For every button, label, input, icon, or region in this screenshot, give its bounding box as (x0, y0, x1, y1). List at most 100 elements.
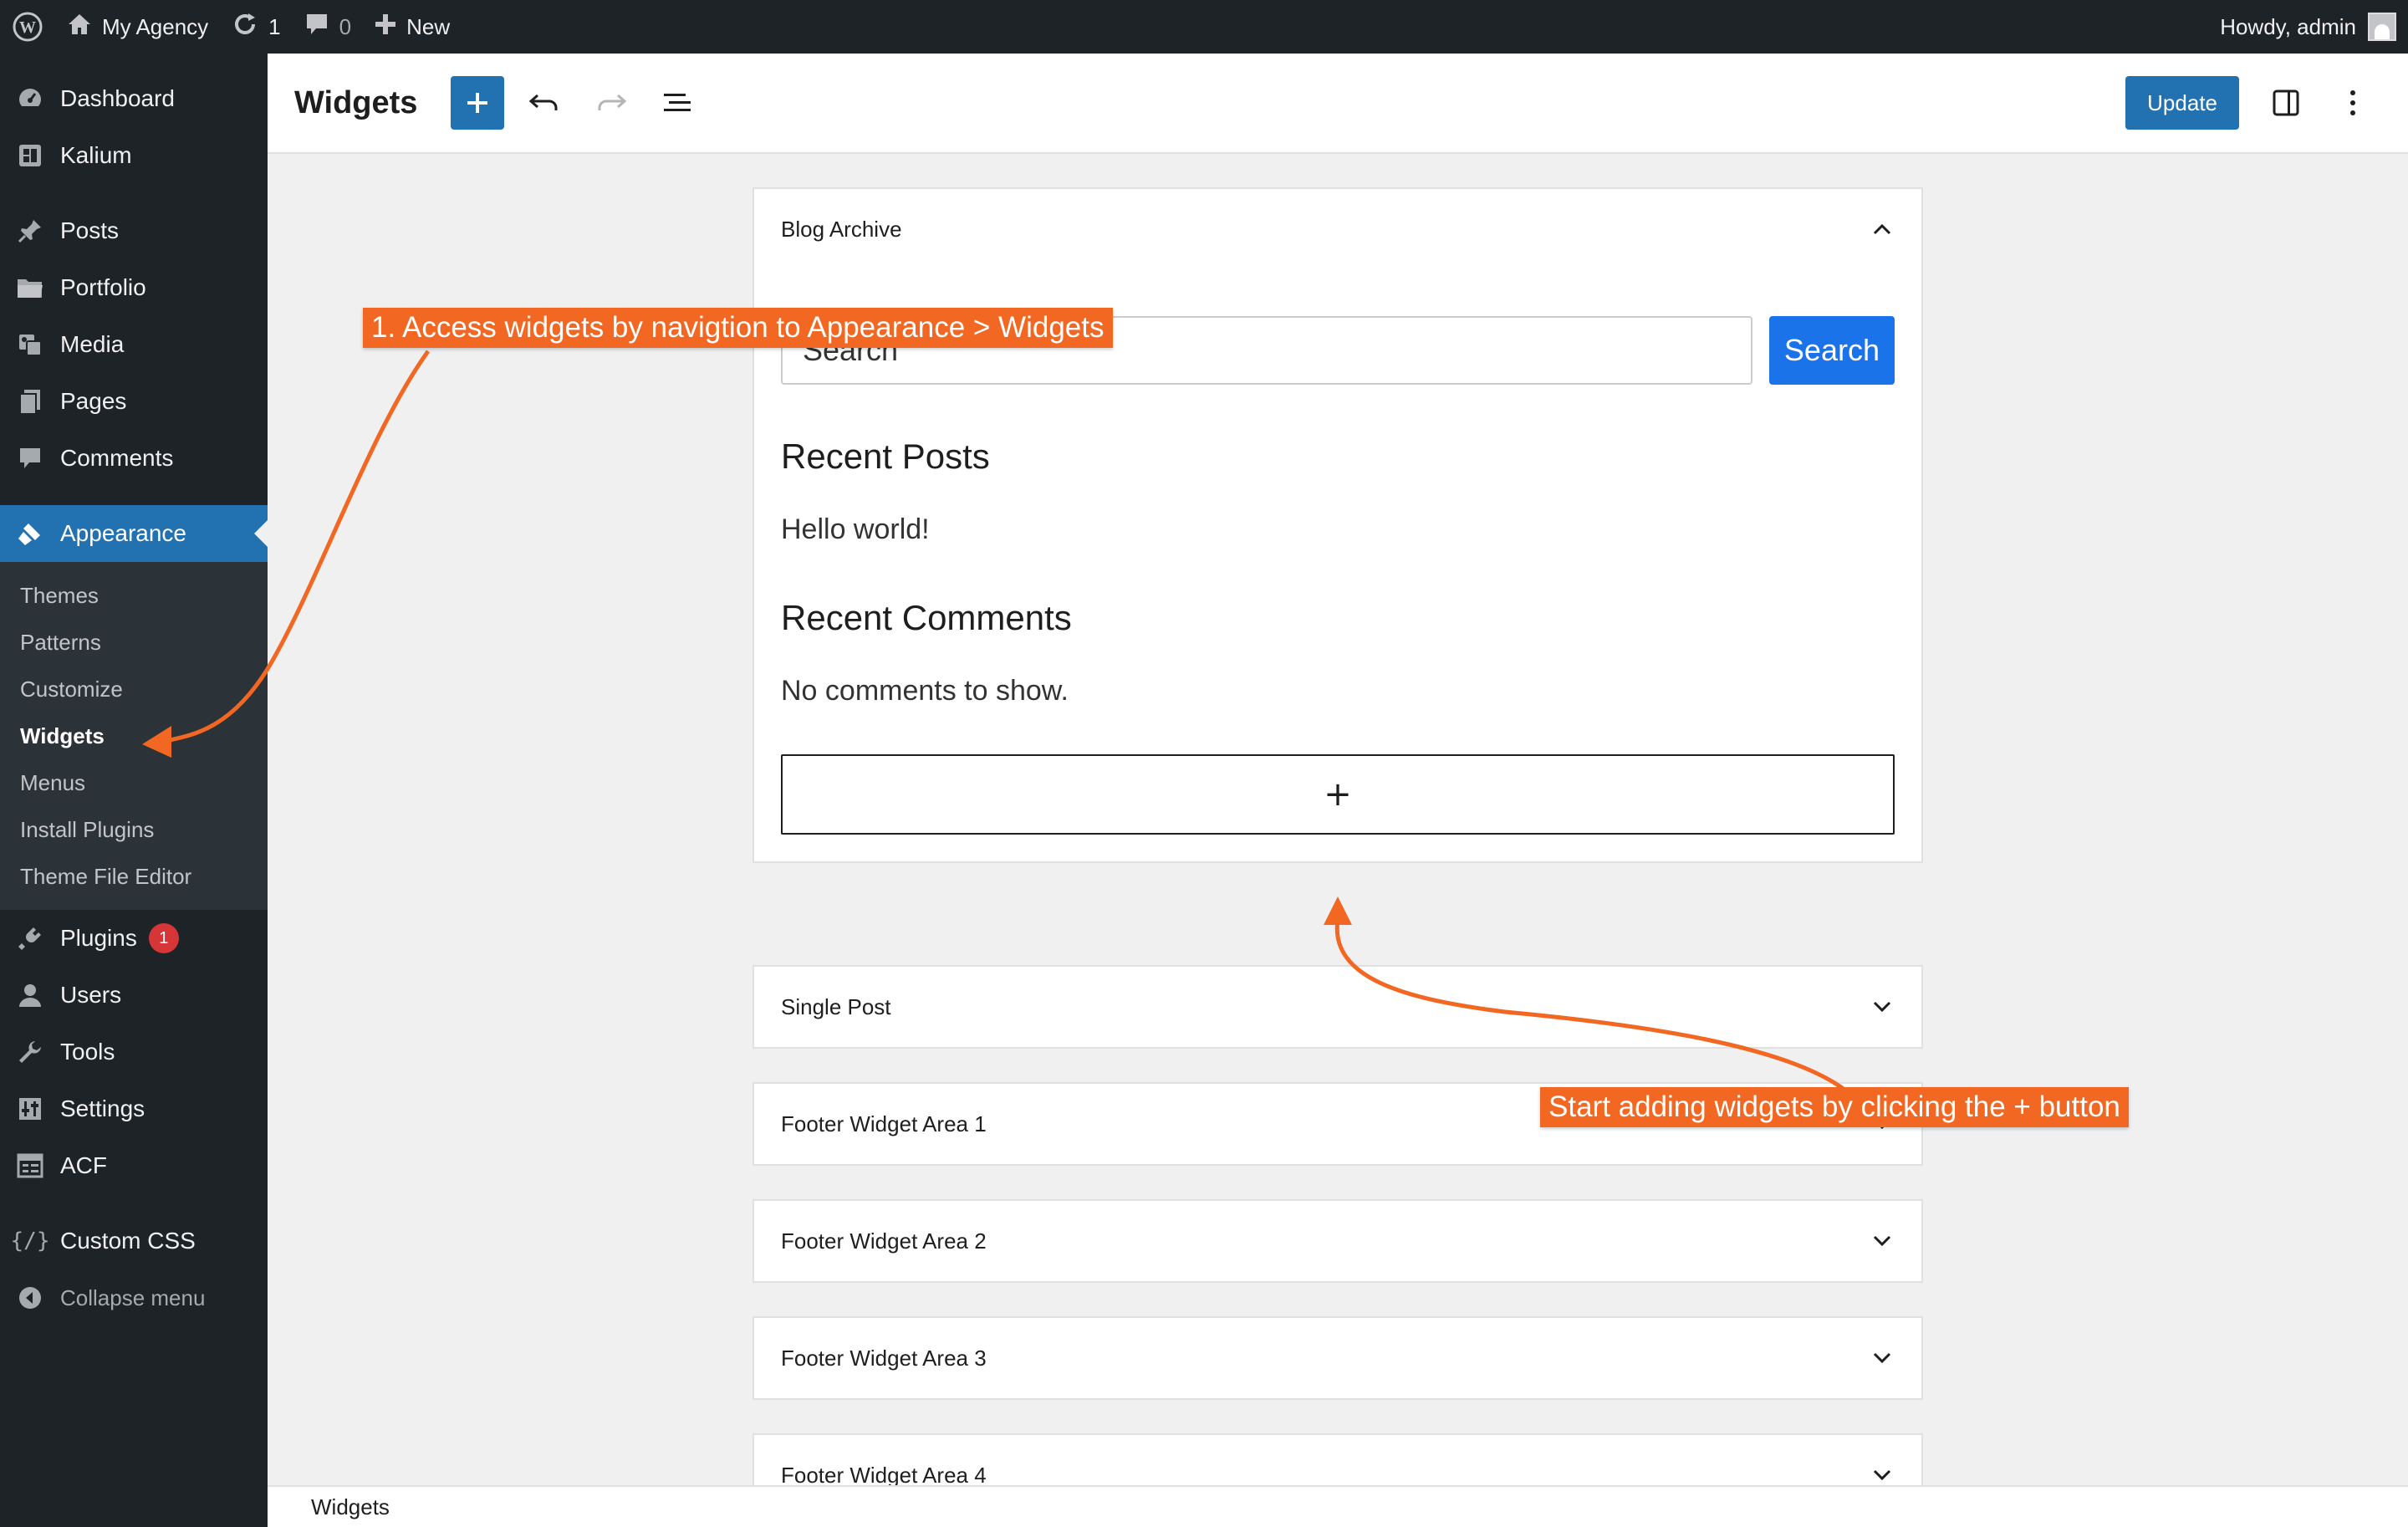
refresh-icon (232, 11, 258, 43)
submenu-item-theme-file-editor[interactable]: Theme File Editor (0, 853, 268, 900)
menu-item-appearance[interactable]: Appearance (0, 505, 268, 562)
redo-icon (598, 94, 627, 110)
chevron-down-icon[interactable] (1870, 1346, 1895, 1371)
widget-area-title: Single Post (781, 993, 891, 1019)
new-label: New (406, 13, 451, 39)
wrench-icon (15, 1037, 45, 1067)
chevron-down-icon[interactable] (1870, 1463, 1895, 1485)
site-name-link[interactable]: My Agency (55, 0, 220, 54)
sidebar-panel-icon (2273, 89, 2299, 116)
list-view-icon (664, 94, 691, 111)
dashboard-icon (15, 84, 45, 114)
add-block-button[interactable]: + (781, 754, 1895, 835)
menu-label-custom-css: Custom CSS (60, 1228, 196, 1254)
widgets-canvas: Blog Archive Search Search Recent Posts … (268, 156, 2408, 1485)
plus-icon (375, 13, 396, 41)
widget-area-header[interactable]: Blog Archive (754, 189, 1921, 269)
submenu-item-customize[interactable]: Customize (0, 666, 268, 712)
menu-item-settings[interactable]: Settings (0, 1080, 268, 1137)
widget-area-footer-4[interactable]: Footer Widget Area 4 (752, 1433, 1923, 1485)
annotation-note-1: 1. Access widgets by navigtion to Appear… (363, 308, 1113, 348)
menu-item-users[interactable]: Users (0, 967, 268, 1024)
menu-label-users: Users (60, 982, 122, 1008)
svg-text:W: W (19, 18, 36, 37)
new-content-link[interactable]: New (363, 0, 462, 54)
site-name: My Agency (102, 13, 209, 39)
submenu-item-widgets[interactable]: Widgets (0, 712, 268, 759)
menu-label-comments: Comments (60, 445, 174, 471)
menu-item-plugins[interactable]: Plugins 1 (0, 910, 268, 967)
updates-count: 1 (268, 13, 281, 39)
submenu-item-install-plugins[interactable]: Install Plugins (0, 806, 268, 853)
menu-item-acf[interactable]: ACF (0, 1137, 268, 1194)
menu-item-kalium[interactable]: Kalium (0, 127, 268, 184)
pin-icon (15, 216, 45, 246)
pages-icon (15, 386, 45, 416)
widget-area-title: Blog Archive (781, 216, 902, 242)
menu-item-tools[interactable]: Tools (0, 1024, 268, 1080)
widget-area-single-post[interactable]: Single Post (752, 965, 1923, 1049)
widget-area-title: Footer Widget Area 3 (781, 1345, 987, 1371)
update-button[interactable]: Update (2125, 76, 2239, 130)
breadcrumb: Widgets (268, 1485, 2408, 1527)
menu-item-pages[interactable]: Pages (0, 373, 268, 430)
annotation-note-2: Start adding widgets by clicking the + b… (1540, 1087, 2129, 1127)
menu-label-media: Media (60, 331, 125, 357)
plus-icon (467, 93, 488, 113)
chevron-up-icon[interactable] (1870, 217, 1895, 242)
undo-icon (529, 94, 558, 110)
menu-item-comments[interactable]: Comments (0, 430, 268, 487)
widget-area-footer-3[interactable]: Footer Widget Area 3 (752, 1316, 1923, 1400)
submenu-item-menus[interactable]: Menus (0, 759, 268, 806)
menu-label-kalium: Kalium (60, 142, 132, 168)
settings-sidebar-toggle[interactable] (2259, 76, 2313, 130)
brush-icon (15, 518, 45, 549)
media-icon (15, 329, 45, 360)
menu-item-posts[interactable]: Posts (0, 202, 268, 259)
collapse-menu-button[interactable]: Collapse menu (0, 1269, 268, 1326)
menu-label-posts: Posts (60, 217, 120, 243)
account-menu[interactable]: Howdy, admin (2208, 0, 2408, 54)
redo-button[interactable] (584, 76, 638, 130)
comments-link[interactable]: 0 (293, 0, 363, 54)
howdy-text: Howdy, admin (2220, 13, 2356, 39)
menu-label-portfolio: Portfolio (60, 274, 146, 300)
submenu-item-patterns[interactable]: Patterns (0, 619, 268, 666)
menu-label-appearance: Appearance (60, 520, 187, 546)
more-options-button[interactable] (2326, 76, 2380, 130)
editor-header: Widgets Update (268, 54, 2408, 154)
undo-button[interactable] (518, 76, 571, 130)
collapse-arrow-icon (15, 1283, 45, 1313)
acf-icon (15, 1151, 45, 1181)
menu-item-media[interactable]: Media (0, 316, 268, 373)
search-button[interactable]: Search (1768, 316, 1895, 385)
comments-count: 0 (339, 13, 352, 39)
wordpress-logo-icon[interactable]: W (0, 0, 55, 54)
updates-link[interactable]: 1 (220, 0, 292, 54)
submenu-item-themes[interactable]: Themes (0, 572, 268, 619)
menu-label-plugins: Plugins (60, 925, 137, 951)
menu-item-dashboard[interactable]: Dashboard (0, 70, 268, 127)
menu-item-custom-css[interactable]: {/} Custom CSS (0, 1213, 268, 1269)
avatar (2368, 13, 2396, 41)
chevron-down-icon[interactable] (1870, 1228, 1895, 1254)
widget-area-footer-2[interactable]: Footer Widget Area 2 (752, 1199, 1923, 1283)
kebab-menu-icon (2350, 90, 2355, 115)
settings-icon (15, 1094, 45, 1124)
widget-area-blog-archive: Blog Archive Search Search Recent Posts … (752, 187, 1923, 863)
recent-post-link[interactable]: Hello world! (781, 513, 1895, 546)
block-inserter-button[interactable] (451, 76, 505, 130)
breadcrumb-item[interactable]: Widgets (311, 1494, 390, 1520)
folder-icon (15, 273, 45, 303)
comment-bubble-icon (304, 12, 329, 43)
menu-item-portfolio[interactable]: Portfolio (0, 259, 268, 316)
appearance-submenu: Themes Patterns Customize Widgets Menus … (0, 562, 268, 910)
admin-bar: W My Agency 1 0 New Howdy, admin (0, 0, 2408, 54)
chevron-down-icon[interactable] (1870, 994, 1895, 1019)
list-view-button[interactable] (651, 76, 705, 130)
add-block-plus: + (1324, 775, 1352, 814)
recent-posts-heading: Recent Posts (781, 437, 990, 476)
home-icon (67, 13, 92, 42)
menu-label-settings: Settings (60, 1095, 145, 1121)
code-braces-icon: {/} (10, 1228, 50, 1254)
